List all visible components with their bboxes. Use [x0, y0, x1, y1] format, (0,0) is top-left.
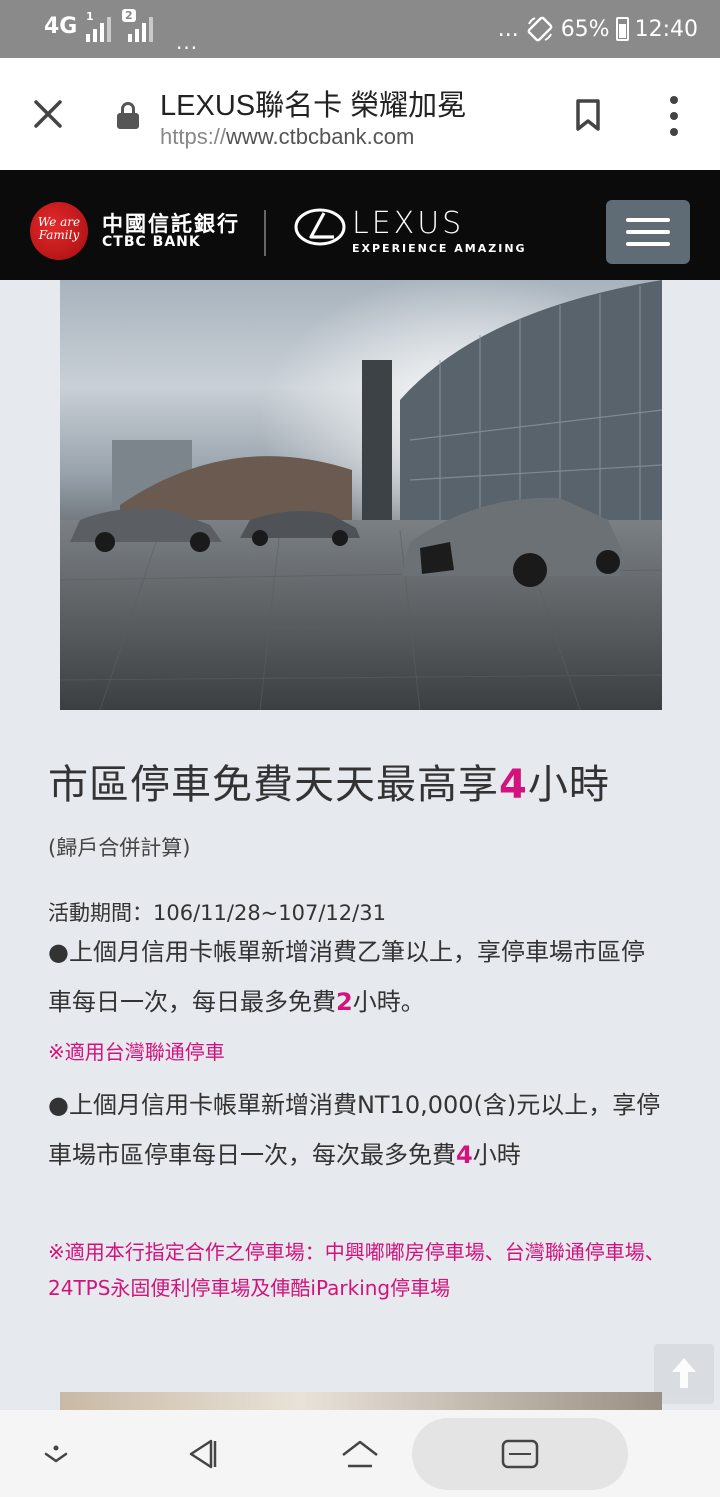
ctbc-name-en: CTBC BANK: [102, 234, 201, 250]
signal-icon: [86, 14, 111, 42]
promo-bullet-2: ●上個月信用卡帳單新增消費NT10,000(含)元以上，享停車場市區停車每日一次…: [48, 1091, 661, 1169]
page-title: LEXUS聯名卡 榮耀加冕: [160, 90, 467, 122]
lexus-tagline: EXPERIENCE AMAZING: [352, 242, 527, 255]
ctbc-logo[interactable]: We are Family: [30, 202, 88, 260]
page-url[interactable]: https://www.ctbcbank.com: [160, 124, 414, 150]
header-divider: [264, 210, 266, 256]
battery-percent: 65%: [560, 16, 610, 42]
hero-scene: [60, 280, 662, 710]
promo-bullet-1: ●上個月信用卡帳單新增消費乙筆以上，享停車場市區停車每日一次，每日最多免費2小時…: [48, 938, 645, 1016]
lexus-emblem-icon: [294, 208, 346, 246]
promo-note-1: ※適用台灣聯通停車: [48, 1040, 225, 1064]
scroll-to-top-button[interactable]: [654, 1344, 714, 1404]
home-icon: [342, 1440, 378, 1467]
navigation-bar: [0, 1410, 720, 1497]
bookmark-icon[interactable]: [575, 98, 601, 132]
notification-more-icon: ...: [176, 30, 199, 54]
status-right: ... 65% 12:40: [498, 14, 698, 44]
lock-icon[interactable]: [117, 102, 139, 129]
back-icon: [189, 1439, 217, 1468]
battery-icon: [615, 17, 629, 41]
more-options-icon[interactable]: [664, 96, 684, 136]
lexus-logo-text: LEXUS: [352, 206, 465, 241]
recent-apps-icon: [501, 1439, 539, 1469]
promo-note-2: ※適用本行指定合作之停車場：中興嘟嘟房停車場、台灣聯通停車場、24TPS永固便利…: [48, 1240, 665, 1300]
hamburger-menu-icon[interactable]: [606, 200, 690, 264]
network-type: 4G: [44, 14, 78, 39]
chevron-down-icon: [44, 1445, 68, 1463]
arrow-up-icon: [672, 1358, 696, 1388]
promo-title: 市區停車免費天天最高享4小時: [48, 762, 610, 808]
next-image: [60, 1392, 662, 1410]
recent-apps-button[interactable]: [412, 1418, 628, 1490]
promo-subtitle: (歸戶合併計算): [48, 836, 191, 860]
promo-period: 活動期間：106/11/28~107/12/31: [48, 901, 386, 925]
close-icon[interactable]: [28, 94, 68, 134]
rotate-icon: [527, 16, 553, 42]
status-bar: 4G 1 2 ... ... 65% 12:40: [0, 0, 720, 58]
signal-icon: [128, 14, 153, 42]
clock: 12:40: [634, 16, 698, 42]
back-button[interactable]: [170, 1410, 234, 1497]
hero-image: [60, 280, 662, 710]
home-button[interactable]: [325, 1410, 395, 1497]
hide-nav-button[interactable]: [20, 1410, 92, 1497]
browser-toolbar: LEXUS聯名卡 榮耀加冕 https://www.ctbcbank.com: [0, 58, 720, 170]
status-more-icon: ...: [497, 16, 519, 42]
